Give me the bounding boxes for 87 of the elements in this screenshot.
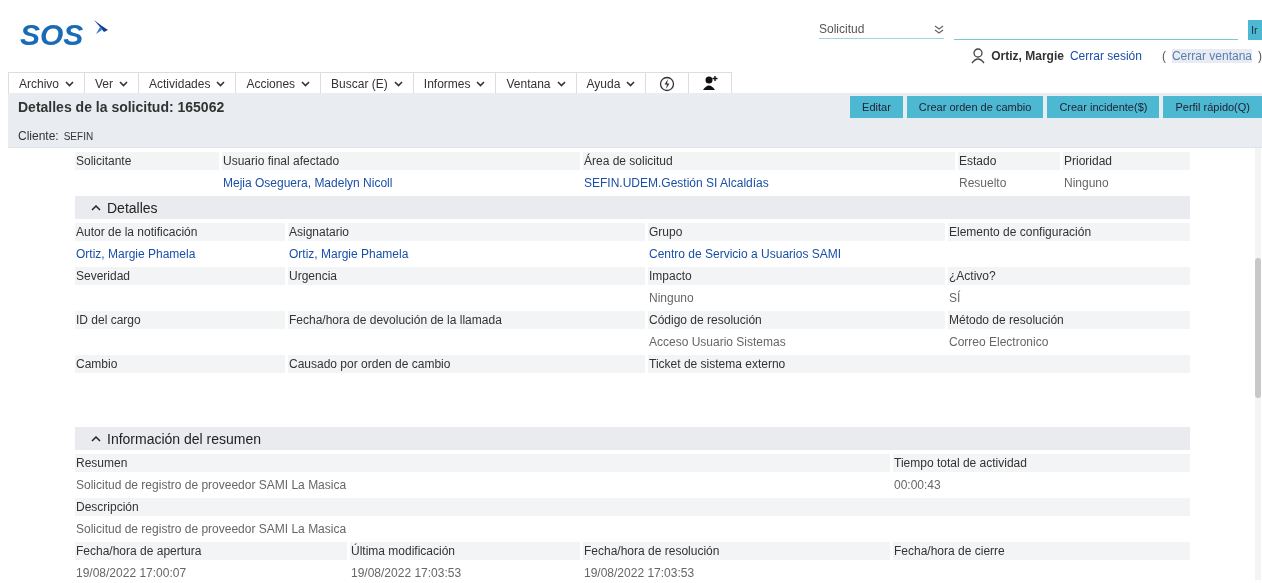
menu-item[interactable]: Actividades bbox=[138, 72, 236, 93]
field-value: 19/08/2022 17:03:53 bbox=[583, 565, 696, 582]
close-window-link[interactable]: Cerrar ventana bbox=[1171, 49, 1252, 63]
field-label: Solicitante bbox=[75, 152, 219, 170]
field-link[interactable]: Ortiz, Margie Phamela bbox=[288, 245, 645, 263]
action-button[interactable]: Crear incidente($) bbox=[1047, 96, 1160, 118]
type-dropdown[interactable]: Solicitud bbox=[819, 20, 944, 39]
bird-icon bbox=[92, 18, 110, 36]
field-label: Autor de la notificación bbox=[75, 223, 285, 241]
action-button[interactable]: Perfil rápido(Q) bbox=[1163, 96, 1262, 118]
field-label: Método de resolución bbox=[948, 311, 1190, 329]
field-link[interactable]: Ortiz, Margie Phamela bbox=[75, 245, 285, 263]
logo: SOS bbox=[20, 18, 92, 50]
field-value: Correo Electronico bbox=[948, 334, 1050, 351]
field-label: Usuario final afectado bbox=[222, 152, 580, 170]
field-link[interactable]: Centro de Servicio a Usuarios SAMI bbox=[648, 245, 945, 263]
menu-item[interactable]: Acciones bbox=[235, 72, 321, 93]
field-label: Cambio bbox=[75, 355, 285, 373]
user-icon bbox=[971, 48, 986, 64]
field-link[interactable]: SEFIN.UDEM.Gestión SI Alcaldías bbox=[583, 174, 955, 192]
field-value: Solicitud de registro de proveedor SAMI La Masica bbox=[75, 477, 348, 494]
chevron-down-icon bbox=[119, 81, 129, 87]
action-button[interactable]: Editar bbox=[850, 96, 903, 118]
chevron-down-icon bbox=[216, 81, 226, 87]
field-value: Solicitud de registro de proveedor SAMI La Masica bbox=[75, 521, 348, 538]
field-value: 19/08/2022 17:00:07 bbox=[75, 565, 188, 582]
field-label: Resumen bbox=[75, 454, 890, 472]
menu-item[interactable]: Archivo bbox=[8, 72, 84, 93]
chevron-up-icon bbox=[91, 203, 101, 212]
menu-item[interactable]: Ventana bbox=[495, 72, 576, 93]
field-label: Fecha/hora de apertura bbox=[75, 542, 347, 560]
chevron-up-icon bbox=[91, 434, 101, 443]
bracket-text: ) bbox=[1258, 49, 1262, 63]
chevron-down-icon bbox=[626, 81, 636, 87]
field-value: SÍ bbox=[948, 289, 962, 307]
field-label: ¿Activo? bbox=[948, 267, 1190, 285]
field-value: Acceso Usuario Sistemas bbox=[648, 334, 787, 351]
section-header[interactable]: Información del resumen bbox=[75, 427, 1190, 450]
field-label: Código de resolución bbox=[648, 311, 945, 329]
field-label: Fecha/hora de devolución de la llamada bbox=[288, 311, 645, 329]
client-value: SEFIN bbox=[63, 131, 94, 142]
user-name: Ortiz, Margie bbox=[991, 49, 1064, 63]
menu-item[interactable]: Informes bbox=[412, 72, 496, 93]
field-label: Elemento de configuración bbox=[948, 223, 1190, 241]
add-user-icon bbox=[702, 75, 719, 91]
chevron-down-icon bbox=[301, 81, 311, 87]
field-label: Ticket de sistema externo bbox=[648, 355, 1190, 373]
field-label: Fecha/hora de resolución bbox=[583, 542, 890, 560]
field-value: 19/08/2022 17:03:53 bbox=[350, 565, 463, 582]
menu-item[interactable]: Ayuda bbox=[575, 72, 646, 93]
field-label: Severidad bbox=[75, 267, 285, 285]
field-label: Descripción bbox=[75, 498, 1190, 516]
section-header[interactable]: Detalles bbox=[75, 196, 1190, 219]
field-label: Última modificación bbox=[350, 542, 580, 560]
menu-item[interactable]: Ver bbox=[84, 72, 139, 93]
field-value: Ninguno bbox=[648, 290, 695, 307]
chevron-down-icon bbox=[65, 81, 74, 87]
logout-link[interactable]: Cerrar sesión bbox=[1069, 49, 1142, 63]
action-button[interactable]: Crear orden de cambio bbox=[906, 96, 1044, 118]
double-chevron-icon bbox=[934, 24, 944, 34]
toolbar-button[interactable] bbox=[645, 72, 689, 93]
go-button[interactable]: Ir bbox=[1248, 19, 1262, 40]
field-value: Ninguno bbox=[1063, 175, 1110, 192]
field-label: Área de solicitud bbox=[583, 152, 955, 170]
field-label: ID del cargo bbox=[75, 311, 285, 329]
field-label: Impacto bbox=[648, 267, 945, 285]
page-title: Detalles de la solicitud: 165062 bbox=[18, 99, 225, 115]
menu-item[interactable]: Buscar (E) bbox=[320, 72, 413, 93]
chevron-down-icon bbox=[476, 81, 486, 87]
field-label: Grupo bbox=[648, 223, 945, 241]
toolbar-button[interactable] bbox=[688, 72, 733, 93]
scrollbar[interactable] bbox=[1255, 148, 1261, 580]
field-label: Fecha/hora de cierre bbox=[893, 542, 1190, 560]
field-label: Estado bbox=[958, 152, 1060, 170]
field-label: Urgencia bbox=[288, 267, 645, 285]
field-value: Resuelto bbox=[958, 175, 1008, 192]
lightning-icon bbox=[659, 74, 676, 92]
client-label: Cliente: bbox=[18, 129, 59, 143]
field-label: Asignatario bbox=[288, 223, 645, 241]
field-label: Tiempo total de actividad bbox=[893, 454, 1190, 472]
chevron-down-icon bbox=[556, 81, 566, 87]
field-label: Prioridad bbox=[1063, 152, 1190, 170]
field-label: Causado por orden de cambio bbox=[288, 355, 645, 373]
field-link[interactable]: Mejia Oseguera, Madelyn Nicoll bbox=[222, 174, 580, 192]
bracket-text: ( bbox=[1161, 49, 1166, 63]
field-value: 00:00:43 bbox=[893, 477, 942, 494]
chevron-down-icon bbox=[393, 81, 403, 87]
